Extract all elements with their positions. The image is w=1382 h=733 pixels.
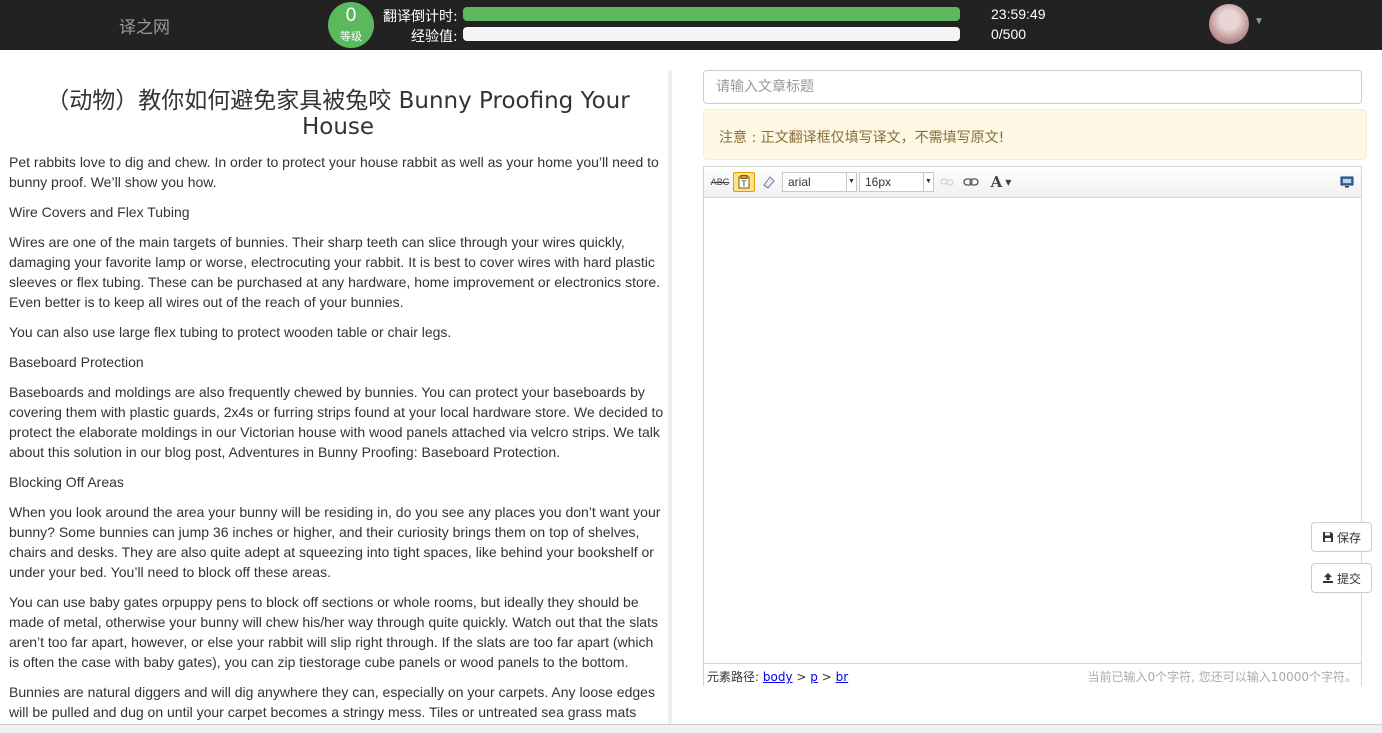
svg-text:T: T <box>741 180 747 189</box>
spellcheck-icon[interactable]: ABC <box>710 172 730 192</box>
unlink-icon[interactable] <box>937 172 957 192</box>
floppy-disk-icon <box>1322 532 1333 542</box>
word-count: 当前已输入0个字符, 您还可以输入10000个字符。 <box>1087 670 1357 684</box>
column-divider <box>668 70 672 732</box>
source-article: （动物）教你如何避免家具被兔咬 Bunny Proofing Your Hous… <box>0 50 670 732</box>
eraser-icon[interactable] <box>759 172 779 192</box>
element-path: 元素路径: body > p > br <box>707 668 848 685</box>
article-body: Pet rabbits love to dig and chew. In ord… <box>9 152 667 732</box>
countdown-progress-fill <box>463 7 960 21</box>
article-paragraph: Pet rabbits love to dig and chew. In ord… <box>9 154 659 190</box>
paste-plain-text-icon[interactable]: T <box>733 172 755 192</box>
font-family-select[interactable]: arial ▼ <box>782 172 857 192</box>
font-family-value: arial <box>788 175 811 189</box>
preview-icon[interactable] <box>1338 172 1356 192</box>
experience-value: 0/500 <box>991 26 1027 42</box>
article-paragraph: You can also use large flex tubing to pr… <box>9 324 452 340</box>
experience-label: 经验值: <box>411 29 458 45</box>
element-path-p-link[interactable]: p <box>810 670 818 684</box>
path-separator: > <box>796 670 807 684</box>
translation-editing-area[interactable] <box>704 198 1361 663</box>
user-avatar[interactable] <box>1209 4 1249 44</box>
link-icon[interactable] <box>961 172 981 192</box>
top-navbar: 译之网 0 等级 翻译倒计时: 23:59:49 经验值: 0/500 ▼ <box>0 0 1382 50</box>
article-paragraph: You can use baby gates orpuppy pens to b… <box>9 594 658 670</box>
article-paragraph: Wires are one of the main targets of bun… <box>9 234 661 310</box>
chevron-down-icon: ▼ <box>923 173 933 191</box>
article-title-input[interactable] <box>703 70 1362 104</box>
font-color-icon: A <box>990 173 1003 191</box>
submit-button[interactable]: 提交 <box>1311 563 1372 593</box>
level-badge: 0 等级 <box>328 2 374 48</box>
countdown-label: 翻译倒计时: <box>383 9 458 25</box>
element-path-label: 元素路径: <box>707 670 760 684</box>
save-button[interactable]: 保存 <box>1311 522 1372 552</box>
editor-toolbar: ABC T arial ▼ 16px ▼ A ▼ <box>704 167 1361 198</box>
article-heading: Baseboard Protection <box>9 354 144 370</box>
element-path-body-link[interactable]: body <box>763 670 793 684</box>
level-label: 等级 <box>340 31 362 43</box>
submit-button-label: 提交 <box>1336 571 1361 586</box>
article-heading: Wire Covers and Flex Tubing <box>9 204 190 220</box>
countdown-progress-bar <box>463 7 960 21</box>
rich-text-editor: ABC T arial ▼ 16px ▼ A ▼ 元素路径: body > p … <box>703 166 1362 686</box>
path-separator: > <box>821 670 832 684</box>
site-logo[interactable]: 译之网 <box>119 13 170 38</box>
font-size-value: 16px <box>865 175 892 189</box>
chevron-down-icon[interactable]: ▼ <box>1254 16 1264 27</box>
translation-notice: 注意 : 正文翻译框仅填写译文，不需填写原文! <box>703 109 1367 160</box>
chevron-down-icon: ▼ <box>846 173 856 191</box>
font-size-select[interactable]: 16px ▼ <box>859 172 934 192</box>
article-paragraph: Baseboards and moldings are also frequen… <box>9 384 664 460</box>
editor-status-bar: 元素路径: body > p > br 当前已输入0个字符, 您还可以输入100… <box>704 663 1361 686</box>
article-paragraph: Bunnies are natural diggers and will dig… <box>9 684 655 720</box>
experience-progress-bar <box>463 27 960 41</box>
article-title: （动物）教你如何避免家具被兔咬 Bunny Proofing Your Hous… <box>46 88 630 140</box>
chevron-down-icon: ▼ <box>1005 177 1012 187</box>
font-color-button[interactable]: A ▼ <box>986 172 1016 192</box>
article-paragraph: When you look around the area your bunny… <box>9 504 661 580</box>
upload-icon <box>1322 573 1333 583</box>
article-heading: Blocking Off Areas <box>9 474 124 490</box>
countdown-value: 23:59:49 <box>991 6 1046 22</box>
save-button-label: 保存 <box>1336 530 1361 545</box>
level-value: 0 <box>345 5 357 26</box>
element-path-br-link[interactable]: br <box>836 670 849 684</box>
